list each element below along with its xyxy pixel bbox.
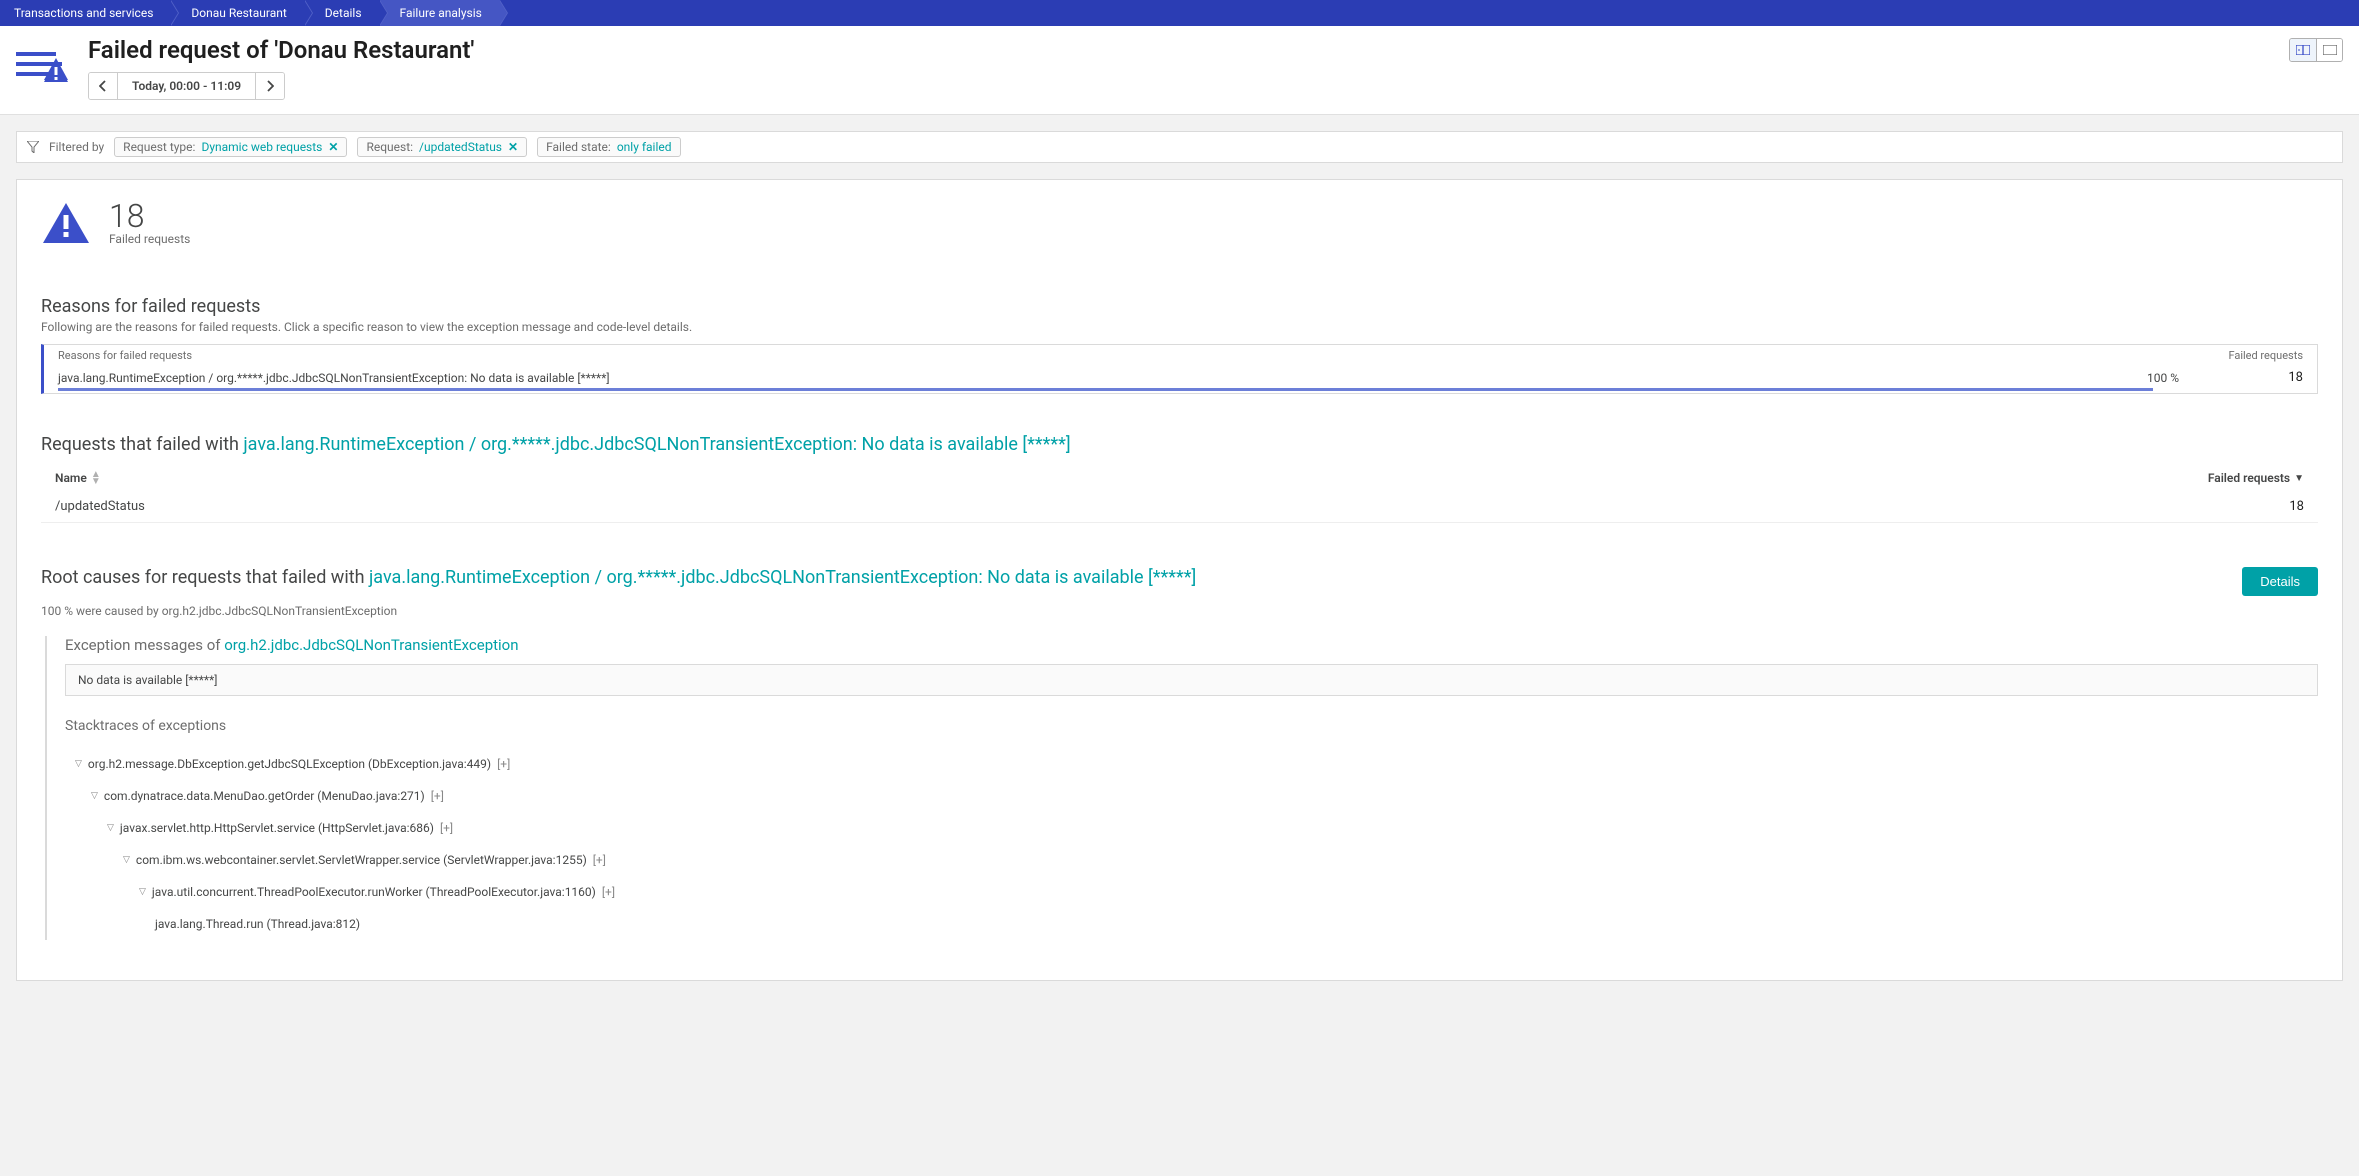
col-failed-header[interactable]: Failed requests ▼ [2208,471,2304,485]
expand-button[interactable]: [+] [602,885,615,899]
chip-label: Failed state: [546,140,611,154]
rootcause-title-link[interactable]: java.lang.RuntimeException / org.*****.j… [369,567,1196,588]
chevron-down-icon: ▽ [75,759,82,769]
exception-title: Exception messages of org.h2.jdbc.JdbcSQ… [65,636,2318,654]
stack-text: javax.servlet.http.HttpServlet.service (… [120,821,434,835]
stack-text: com.dynatrace.data.MenuDao.getOrder (Men… [104,789,425,803]
stack-frame[interactable]: ▽ java.util.concurrent.ThreadPoolExecuto… [65,876,2318,908]
reason-percent: 100 % [2147,371,2193,385]
stack-frame[interactable]: ▽ com.ibm.ws.webcontainer.servlet.Servle… [65,844,2318,876]
rootcause-title: Root causes for requests that failed wit… [41,567,1196,588]
stack-frame[interactable]: ▽ javax.servlet.http.HttpServlet.service… [65,812,2318,844]
stack-text: org.h2.message.DbException.getJdbcSQLExc… [88,757,491,771]
request-name: /updatedStatus [55,499,2289,514]
request-count: 18 [2289,499,2304,514]
stack-frame[interactable]: ▽ com.dynatrace.data.MenuDao.getOrder (M… [65,780,2318,812]
view-toggle-full[interactable] [2316,39,2342,61]
panel-view-icon [2296,45,2310,55]
chip-value: /updatedStatus [419,140,502,154]
expand-button[interactable]: [+] [431,789,444,803]
rootcause-section: Root causes for requests that failed wit… [41,567,2318,940]
reason-row[interactable]: java.lang.RuntimeException / org.*****.j… [44,366,2317,393]
reasons-subtitle: Following are the reasons for failed req… [41,320,2318,334]
breadcrumb-transactions[interactable]: Transactions and services [4,0,171,26]
filter-chip-failed-state[interactable]: Failed state: only failed [537,137,680,157]
stacktrace-title: Stacktraces of exceptions [65,718,2318,734]
metric-count: 18 [109,200,190,232]
exception-title-link[interactable]: org.h2.jdbc.JdbcSQLNonTransientException [224,636,518,654]
sort-down-icon: ▼ [2294,473,2304,484]
col-failed-label: Failed requests [2208,471,2290,485]
filter-label: Filtered by [49,140,104,154]
reasons-table: Reasons for failed requests Failed reque… [41,344,2318,394]
main-card: 18 Failed requests Reasons for failed re… [16,179,2343,981]
stack-frame[interactable]: ▽ org.h2.message.DbException.getJdbcSQLE… [65,748,2318,780]
breadcrumb-details[interactable]: Details [305,0,380,26]
reason-count: 18 [2213,370,2303,385]
requests-grid-header: Name ▲▼ Failed requests ▼ [41,465,2318,491]
sort-icon: ▲▼ [91,471,101,485]
requests-title-prefix: Requests that failed with [41,434,243,455]
filter-icon [27,141,39,153]
expand-button[interactable]: [+] [440,821,453,835]
chip-close-button[interactable]: ✕ [328,140,338,154]
chip-label: Request: [366,140,413,154]
rootcause-title-prefix: Root causes for requests that failed wit… [41,567,369,588]
breadcrumb: Transactions and services Donau Restaura… [0,0,2359,26]
exception-title-prefix: Exception messages of [65,636,224,654]
chip-close-button[interactable]: ✕ [508,140,518,154]
chevron-down-icon: ▽ [139,887,146,897]
col-name-header[interactable]: Name ▲▼ [55,471,2208,485]
details-button[interactable]: Details [2242,567,2318,596]
failed-requests-metric: 18 Failed requests [41,200,2318,246]
chevron-down-icon: ▽ [107,823,114,833]
full-view-icon [2323,45,2337,55]
chevron-down-icon: ▽ [123,855,130,865]
exception-message: No data is available [*****] [65,664,2318,696]
chevron-right-icon [266,80,274,92]
reasons-header-col1: Reasons for failed requests [58,349,2228,362]
rootcause-subtitle: 100 % were caused by org.h2.jdbc.JdbcSQL… [41,604,2318,618]
chevron-left-icon [99,80,107,92]
metric-label: Failed requests [109,232,190,246]
stack-frame[interactable]: java.lang.Thread.run (Thread.java:812) [65,908,2318,940]
reason-text: java.lang.RuntimeException / org.*****.j… [58,371,610,385]
requests-title-link[interactable]: java.lang.RuntimeException / org.*****.j… [243,434,1070,455]
filter-chip-request[interactable]: Request: /updatedStatus ✕ [357,137,527,157]
view-toggle-group [2289,38,2343,62]
page-header: Failed request of 'Donau Restaurant' Tod… [0,26,2359,115]
breadcrumb-failure[interactable]: Failure analysis [380,0,500,26]
reasons-title: Reasons for failed requests [41,296,2318,317]
expand-button[interactable]: [+] [593,853,606,867]
reasons-section: Reasons for failed requests Following ar… [41,296,2318,394]
time-range-label[interactable]: Today, 00:00 - 11:09 [117,73,256,99]
expand-button[interactable]: [+] [497,757,510,771]
reason-bar [58,388,2153,391]
col-name-label: Name [55,471,87,485]
chip-value: only failed [617,140,672,154]
breadcrumb-donau[interactable]: Donau Restaurant [171,0,304,26]
chevron-down-icon: ▽ [91,791,98,801]
page-title: Failed request of 'Donau Restaurant' [88,36,474,64]
stack-text: java.util.concurrent.ThreadPoolExecutor.… [152,885,596,899]
requests-title: Requests that failed with java.lang.Runt… [41,434,2318,455]
filter-bar: Filtered by Request type: Dynamic web re… [16,131,2343,163]
view-toggle-panel[interactable] [2290,39,2316,61]
chip-label: Request type: [123,140,195,154]
time-prev-button[interactable] [89,73,117,99]
time-next-button[interactable] [256,73,284,99]
warning-triangle-icon [41,201,91,245]
stack-text: com.ibm.ws.webcontainer.servlet.ServletW… [136,853,587,867]
stack-text: java.lang.Thread.run (Thread.java:812) [155,917,360,931]
reasons-header-col2: Failed requests [2228,349,2303,362]
time-range-picker: Today, 00:00 - 11:09 [88,72,285,100]
requests-section: Requests that failed with java.lang.Runt… [41,434,2318,523]
chip-value: Dynamic web requests [201,140,322,154]
service-warning-icon [16,48,70,88]
exception-box: Exception messages of org.h2.jdbc.JdbcSQ… [45,636,2318,940]
filter-chip-request-type[interactable]: Request type: Dynamic web requests ✕ [114,137,347,157]
request-row[interactable]: /updatedStatus 18 [41,491,2318,523]
